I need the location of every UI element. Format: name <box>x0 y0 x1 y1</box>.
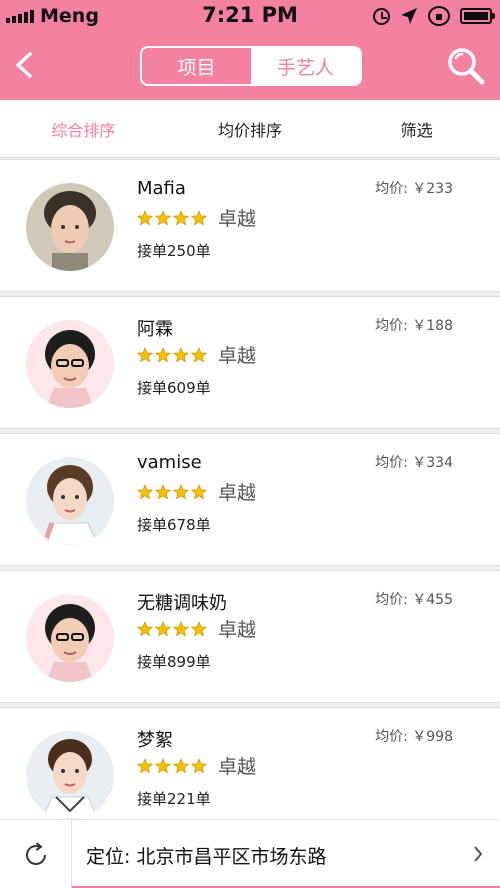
star-icon <box>191 209 207 225</box>
status-icons <box>373 5 495 27</box>
artist-card[interactable]: vamise 均价: ￥334 卓越 接单678单 <box>0 433 500 566</box>
battery-icon <box>460 8 495 24</box>
star-icon <box>137 620 153 636</box>
rating: 卓越 <box>137 752 256 779</box>
location-bar[interactable]: 定位: 北京市昌平区市场东路 <box>0 819 500 888</box>
star-rating <box>137 346 207 363</box>
star-icon <box>173 483 189 499</box>
star-icon <box>155 620 171 636</box>
artist-card[interactable]: 阿霖 均价: ￥188 卓越 接单609单 <box>0 296 500 429</box>
chevron-right-icon <box>474 846 483 862</box>
star-icon <box>173 620 189 636</box>
refresh-button[interactable] <box>0 820 72 888</box>
rating-level: 卓越 <box>218 345 257 367</box>
star-icon <box>137 483 153 499</box>
average-price: 均价: ￥998 <box>375 729 453 745</box>
rating-level: 卓越 <box>218 756 257 778</box>
star-icon <box>173 209 189 225</box>
rating: 卓越 <box>137 615 256 642</box>
artist-card[interactable]: 无糖调味奶 均价: ￥455 卓越 接单899单 <box>0 570 500 703</box>
star-icon <box>191 346 207 362</box>
star-icon <box>137 346 153 362</box>
rating-level: 卓越 <box>218 619 257 641</box>
sort-bar: 综合排序 均价排序 筛选 <box>0 100 500 158</box>
star-icon <box>155 209 171 225</box>
rating: 卓越 <box>137 204 256 231</box>
back-arrow-icon[interactable] <box>12 51 36 79</box>
star-icon <box>173 757 189 773</box>
order-count: 接单221单 <box>137 790 211 808</box>
artist-list: Mafia 均价: ￥233 卓越 接单250单 阿霖 均价: ￥188 卓越 … <box>0 159 500 819</box>
average-price: 均价: ￥188 <box>375 318 453 334</box>
avatar <box>26 731 114 819</box>
avatar <box>26 457 114 545</box>
star-icon <box>173 346 189 362</box>
star-icon <box>137 757 153 773</box>
sort-average-price[interactable]: 均价排序 <box>167 100 334 157</box>
star-rating <box>137 620 207 637</box>
sort-comprehensive[interactable]: 综合排序 <box>0 100 167 157</box>
tab-artisans[interactable]: 手艺人 <box>251 48 360 84</box>
artist-name: vamise <box>137 452 202 473</box>
order-count: 接单678单 <box>137 516 211 534</box>
order-count: 接单899单 <box>137 653 211 671</box>
search-icon[interactable] <box>446 46 486 86</box>
star-rating <box>137 209 207 226</box>
order-count: 接单609单 <box>137 379 211 397</box>
rating-level: 卓越 <box>218 482 257 504</box>
star-icon <box>155 346 171 362</box>
artist-name: 梦絮 <box>137 730 173 751</box>
order-count: 接单250单 <box>137 242 211 260</box>
avatar <box>26 183 114 271</box>
refresh-icon <box>25 841 46 865</box>
star-icon <box>191 483 207 499</box>
star-icon <box>155 483 171 499</box>
artist-card[interactable]: Mafia 均价: ￥233 卓越 接单250单 <box>0 159 500 292</box>
segmented-control: 项目 手艺人 <box>140 46 362 86</box>
rotation-lock-icon <box>428 6 450 26</box>
star-icon <box>191 620 207 636</box>
average-price: 均价: ￥455 <box>375 592 453 608</box>
filter-button[interactable]: 筛选 <box>333 100 500 157</box>
artist-name: 无糖调味奶 <box>137 593 227 614</box>
rating: 卓越 <box>137 341 256 368</box>
status-bar: Meng 7:21 PM <box>0 0 500 32</box>
tab-projects[interactable]: 项目 <box>142 48 251 84</box>
location-arrow-icon <box>401 8 417 24</box>
star-rating <box>137 757 207 774</box>
rating-level: 卓越 <box>218 208 257 230</box>
star-icon <box>155 757 171 773</box>
avatar <box>26 320 114 408</box>
avatar <box>26 594 114 682</box>
star-rating <box>137 483 207 500</box>
nav-bar: 项目 手艺人 <box>0 32 500 100</box>
star-icon <box>137 209 153 225</box>
average-price: 均价: ￥233 <box>375 181 453 197</box>
star-icon <box>191 757 207 773</box>
rating: 卓越 <box>137 478 256 505</box>
average-price: 均价: ￥334 <box>375 455 453 471</box>
artist-name: Mafia <box>137 178 186 199</box>
alarm-icon <box>373 7 390 25</box>
artist-name: 阿霖 <box>137 319 173 340</box>
artist-card[interactable]: 梦絮 均价: ￥998 卓越 接单221单 <box>0 707 500 819</box>
location-text: 定位: 北京市昌平区市场东路 <box>86 846 327 868</box>
